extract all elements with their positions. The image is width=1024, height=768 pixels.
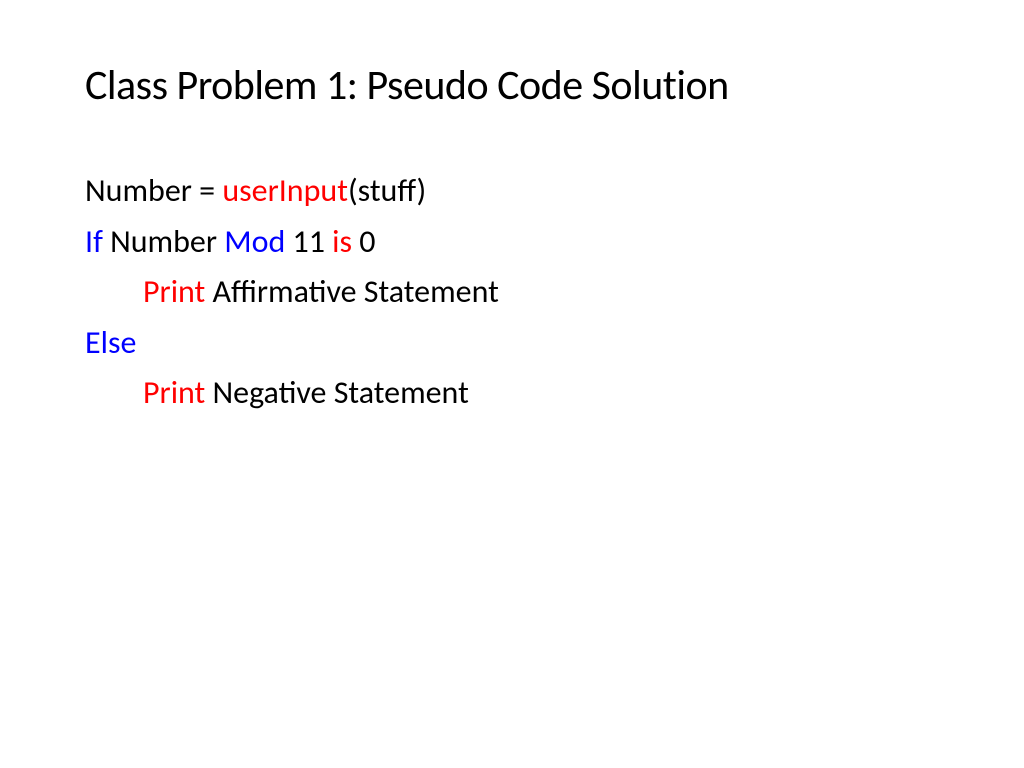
text-stuff: (stuff) [348, 171, 426, 210]
keyword-print: Print [143, 373, 205, 412]
keyword-userinput: userInput [222, 171, 348, 210]
code-line-print-affirmative: Print Affirmative Statement [85, 267, 939, 318]
code-line-else: Else [85, 318, 939, 369]
text-eleven: 11 [285, 222, 332, 261]
keyword-if: If [85, 222, 103, 261]
code-line-assignment: Number = userInput(stuff) [85, 166, 939, 217]
text-zero: 0 [352, 222, 375, 261]
code-line-if: If Number Mod 11 is 0 [85, 217, 939, 268]
keyword-print: Print [143, 272, 205, 311]
pseudocode-block: Number = userInput(stuff) If Number Mod … [85, 166, 939, 419]
keyword-mod: Mod [224, 222, 285, 261]
code-line-print-negative: Print Negative Statement [85, 368, 939, 419]
slide-title: Class Problem 1: Pseudo Code Solution [85, 60, 939, 111]
text-negative: Negative Statement [205, 373, 469, 412]
text-number: Number [103, 222, 224, 261]
keyword-else: Else [85, 323, 136, 362]
keyword-is: is [332, 222, 352, 261]
text-affirmative: Affirmative Statement [205, 272, 499, 311]
text-number-equals: Number = [85, 171, 222, 210]
